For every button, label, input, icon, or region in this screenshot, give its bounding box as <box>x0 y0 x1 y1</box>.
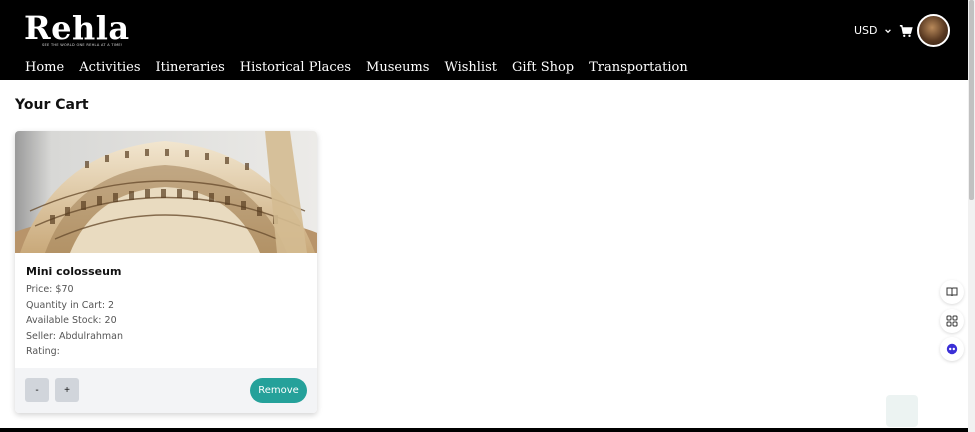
side-book-button[interactable] <box>940 280 964 304</box>
remove-button[interactable]: Remove <box>250 378 307 403</box>
currency-value: USD <box>854 24 878 37</box>
chevron-down-icon <box>884 28 891 33</box>
site-tagline: SEE THE WORLD ONE REHLA AT A TIME! <box>42 43 123 47</box>
cart-icon[interactable] <box>899 24 913 38</box>
product-rating: Rating: <box>26 346 60 357</box>
side-assistant-button[interactable] <box>940 337 964 361</box>
page-title: Your Cart <box>15 97 89 113</box>
cart-item-details: Mini colosseum Price: $70 Quantity in Ca… <box>26 265 123 360</box>
increase-quantity-button[interactable]: + <box>55 378 79 402</box>
product-quantity: Quantity in Cart: 2 <box>26 299 115 311</box>
scrollbar-thumb[interactable] <box>969 0 974 200</box>
site-logo[interactable]: Rehla <box>24 10 130 46</box>
top-navbar: Rehla SEE THE WORLD ONE REHLA AT A TIME!… <box>0 0 968 80</box>
product-price: Price: $70 <box>26 284 74 295</box>
nav-transportation[interactable]: Transportation <box>589 60 688 75</box>
nav-itineraries[interactable]: Itineraries <box>156 60 225 75</box>
grid-icon <box>946 315 958 327</box>
nav-activities[interactable]: Activities <box>79 60 140 75</box>
product-seller: Seller: Abdulrahman <box>26 330 124 342</box>
book-icon <box>946 287 958 297</box>
decrease-quantity-button[interactable]: - <box>25 378 49 402</box>
user-avatar[interactable] <box>917 14 950 47</box>
product-stock: Available Stock: 20 <box>26 315 117 326</box>
nav-museums[interactable]: Museums <box>366 60 429 75</box>
side-apps-button[interactable] <box>940 309 964 333</box>
nav-wishlist[interactable]: Wishlist <box>444 60 497 75</box>
nav-gift-shop[interactable]: Gift Shop <box>512 60 574 75</box>
cart-item-card: Mini colosseum Price: $70 Quantity in Ca… <box>15 131 317 413</box>
main-nav: Home Activities Itineraries Historical P… <box>25 60 688 75</box>
nav-historical-places[interactable]: Historical Places <box>240 60 351 75</box>
cart-item-actions: - + Remove <box>15 368 317 413</box>
product-name: Mini colosseum <box>26 265 122 278</box>
nav-home[interactable]: Home <box>25 60 64 75</box>
product-image <box>15 131 317 253</box>
bot-icon <box>946 343 958 355</box>
currency-select[interactable]: USD <box>854 24 892 37</box>
bottom-border <box>0 428 968 432</box>
watermark-logo <box>886 395 918 427</box>
